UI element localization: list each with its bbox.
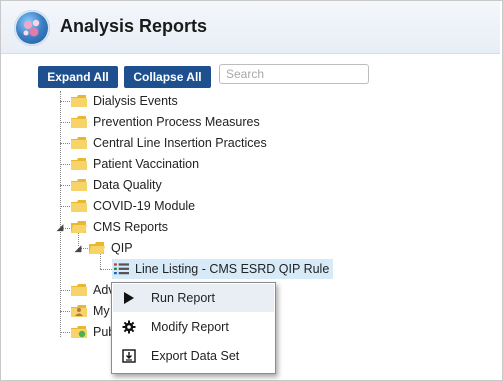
folder-icon <box>71 178 87 191</box>
tree-connector <box>60 185 70 186</box>
tree-node-label: Prevention Process Measures <box>93 115 260 129</box>
folder-user-icon <box>71 304 87 317</box>
tree-node-central-line-insertion-practices[interactable]: Central Line Insertion Practices <box>71 133 267 153</box>
tree-connector <box>60 143 70 144</box>
search-input[interactable] <box>219 64 369 84</box>
folder-open-icon <box>89 241 105 254</box>
page-title: Analysis Reports <box>60 16 208 36</box>
folder-icon <box>71 136 87 149</box>
tree-connector <box>60 91 61 337</box>
tree-connector <box>60 122 70 123</box>
folder-icon <box>71 115 87 128</box>
list-report-icon <box>114 263 129 274</box>
tree-node-label: COVID-19 Module <box>93 199 196 213</box>
tree-node-label: My <box>93 304 110 318</box>
tree-node-label: Patient Vaccination <box>93 157 200 171</box>
tree-node-label: Data Quality <box>93 178 162 192</box>
play-icon <box>124 292 134 304</box>
tree-node-label: Central Line Insertion Practices <box>93 136 267 150</box>
tree-node-cms-reports[interactable]: CMS Reports <box>71 217 168 237</box>
gear-icon <box>122 320 136 334</box>
folder-shared-icon <box>71 325 87 338</box>
export-data-set-menu-item[interactable]: Export Data Set <box>113 342 274 370</box>
tree-node-prevention-process-measures[interactable]: Prevention Process Measures <box>71 112 260 132</box>
collapse-all-button[interactable]: Collapse All <box>124 66 211 88</box>
tree-node-label: QIP <box>111 241 133 255</box>
tree-node-patient-vaccination[interactable]: Patient Vaccination <box>71 154 199 174</box>
folder-open-icon <box>71 220 87 233</box>
collapse-toggle-icon[interactable]: ◢ <box>55 222 65 233</box>
folder-icon <box>71 283 87 296</box>
folder-icon <box>71 94 87 107</box>
tree-node-data-quality[interactable]: Data Quality <box>71 175 162 195</box>
context-menu: Run Report Modify Report Export Data Set <box>111 282 276 374</box>
tree-connector <box>60 101 70 102</box>
menu-item-label: Modify Report <box>151 320 229 334</box>
modify-report-menu-item[interactable]: Modify Report <box>113 313 274 341</box>
run-report-menu-item[interactable]: Run Report <box>113 284 274 312</box>
tree-connector <box>100 269 112 270</box>
tree-node-pub[interactable]: Pub <box>71 322 115 342</box>
tree-connector <box>60 206 70 207</box>
tree-connector <box>60 290 70 291</box>
tree-node-label: CMS Reports <box>93 220 169 234</box>
tree-node-my[interactable]: My <box>71 301 110 321</box>
header-bar: Analysis Reports <box>1 1 500 54</box>
menu-item-label: Export Data Set <box>151 349 240 363</box>
tree-node-covid-19-module[interactable]: COVID-19 Module <box>71 196 195 216</box>
tree-node-qip[interactable]: QIP <box>89 238 133 258</box>
tree-connector <box>60 164 70 165</box>
tree-node-line-listing-cms-esrd-qip-rule[interactable]: Line Listing - CMS ESRD QIP Rule <box>112 259 334 279</box>
export-icon <box>122 349 136 363</box>
app-logo-icon <box>14 10 50 46</box>
tree-node-label: Dialysis Events <box>93 94 178 108</box>
collapse-toggle-icon[interactable]: ◢ <box>73 243 83 254</box>
tree-connector <box>60 311 70 312</box>
tree-connector <box>60 332 70 333</box>
tree-node-adv[interactable]: Adv <box>71 280 115 300</box>
folder-icon <box>71 199 87 212</box>
folder-icon <box>71 157 87 170</box>
tree-node-label: Line Listing - CMS ESRD QIP Rule <box>135 262 330 276</box>
tree-node-dialysis-events[interactable]: Dialysis Events <box>71 91 178 111</box>
expand-all-button[interactable]: Expand All <box>38 66 118 88</box>
menu-item-label: Run Report <box>151 291 215 305</box>
